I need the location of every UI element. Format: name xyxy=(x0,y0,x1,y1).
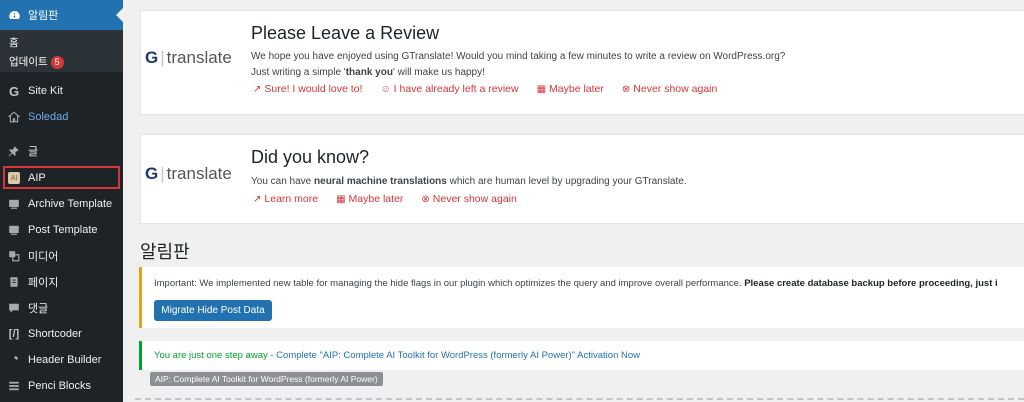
migration-warning-notice: Important: We implemented new table for … xyxy=(139,267,1024,328)
sidebar-item-label: AIP xyxy=(28,172,46,184)
comment-icon xyxy=(7,301,21,315)
page-icon xyxy=(7,275,21,289)
activation-text: You are just one step away - Complete "A… xyxy=(154,350,641,361)
sidebar-item-label: 댓글 xyxy=(28,303,49,315)
media-icon xyxy=(7,249,21,263)
shortcode-icon: [/] xyxy=(8,328,20,340)
template-icon xyxy=(7,197,21,211)
did-you-know-title: Did you know? xyxy=(251,147,370,167)
home-icon xyxy=(7,110,21,124)
tools-icon xyxy=(7,353,21,367)
external-link-icon: ↗ xyxy=(253,83,262,95)
plugin-name-tag: AIP: Complete AI Toolkit for WordPress (… xyxy=(150,372,383,386)
sidebar-item-media[interactable]: 미디어 xyxy=(0,247,123,265)
never-show-link[interactable]: ⊗ Never show again xyxy=(421,193,516,205)
submenu-updates-label: 업데이트 xyxy=(9,56,48,68)
submenu-updates[interactable]: 업데이트 5 xyxy=(9,54,64,69)
sidebar-item-label: Soledad xyxy=(28,111,69,123)
calendar-icon: ▦ xyxy=(536,83,547,95)
sidebar-item-site-kit[interactable]: G Site Kit xyxy=(0,82,123,100)
sidebar-item-label: Shortcoder xyxy=(28,328,82,340)
did-you-know-text: You can have neural machine translations… xyxy=(251,176,687,187)
sidebar-item-label: 알림판 xyxy=(28,10,59,22)
sidebar-item-label: Site Kit xyxy=(28,85,63,97)
external-link-icon: ↗ xyxy=(253,193,262,205)
calendar-icon: ▦ xyxy=(336,193,346,205)
aip-icon: AI xyxy=(7,171,21,185)
maybe-later-link[interactable]: ▦ Maybe later xyxy=(537,83,604,95)
sidebar-item-label: 미디어 xyxy=(28,251,59,263)
review-text: We hope you have enjoyed using GTranslat… xyxy=(251,51,786,78)
sidebar-item-penci-blocks[interactable]: Penci Blocks xyxy=(0,377,123,395)
sidebar-item-aip[interactable]: AI AIP xyxy=(0,169,123,187)
dashboard-widgets-divider xyxy=(135,398,1024,400)
sidebar-item-shortcoder[interactable]: [/] Shortcoder xyxy=(0,325,123,343)
gtranslate-logo: G | translate xyxy=(145,48,232,67)
sidebar-item-label: 글 xyxy=(28,146,39,158)
sure-review-link[interactable]: ↗ Sure! I would love to! xyxy=(253,83,362,95)
sidebar-item-header-builder[interactable]: Header Builder xyxy=(0,351,123,369)
active-arrow xyxy=(116,8,123,22)
admin-sidebar: 알림판 홈 업데이트 5 G Site Kit Soledad 글 AI AIP … xyxy=(0,0,123,402)
updates-count-badge: 5 xyxy=(50,55,64,69)
page-title: 알림판 xyxy=(140,242,190,262)
blocks-icon xyxy=(7,379,21,393)
sidebar-item-dashboard[interactable]: 알림판 xyxy=(0,0,123,30)
review-links: ↗ Sure! I would love to! ☺ I have already … xyxy=(253,83,735,95)
smile-icon: ☺ xyxy=(380,83,391,95)
pin-icon xyxy=(7,144,21,158)
review-notice: G | translate Please Leave a Review We hop… xyxy=(140,10,1024,115)
close-circle-icon: ⊗ xyxy=(421,193,430,205)
dashboard-submenu: 홈 업데이트 5 xyxy=(0,30,123,72)
sidebar-item-soledad[interactable]: Soledad xyxy=(0,108,123,126)
sidebar-item-post-template[interactable]: Post Template xyxy=(0,221,123,239)
sidebar-item-label: Header Builder xyxy=(28,354,102,366)
sidebar-item-label: 페이지 xyxy=(28,277,59,289)
sidebar-item-pages[interactable]: 페이지 xyxy=(0,273,123,291)
sidebar-item-archive-template[interactable]: Archive Template xyxy=(0,195,123,213)
migrate-hide-post-data-button[interactable]: Migrate Hide Post Data xyxy=(154,300,272,321)
template-icon xyxy=(7,223,21,237)
did-you-know-notice: G | translate Did you know? You can have n… xyxy=(140,134,1024,224)
sidebar-item-label: Penci Blocks xyxy=(28,380,91,392)
warning-text: Important: We implemented new table for … xyxy=(154,278,998,289)
close-circle-icon: ⊗ xyxy=(621,83,631,95)
gtranslate-logo: G | translate xyxy=(145,164,232,183)
never-show-link[interactable]: ⊗ Never show again xyxy=(622,83,717,95)
sidebar-item-posts[interactable]: 글 xyxy=(0,142,123,160)
activation-notice: You are just one step away - Complete "A… xyxy=(139,341,1024,370)
did-you-know-links: ↗ Learn more ▦ Maybe later ⊗ Never show aga… xyxy=(253,193,535,205)
dashboard-icon xyxy=(7,8,21,22)
already-reviewed-link[interactable]: ☺ I have already left a review xyxy=(380,83,518,95)
submenu-home[interactable]: 홈 xyxy=(9,35,19,50)
review-title: Please Leave a Review xyxy=(251,23,440,43)
sidebar-item-label: Post Template xyxy=(28,224,98,236)
sidebar-item-comments[interactable]: 댓글 xyxy=(0,299,123,317)
sidebar-item-label: Archive Template xyxy=(28,198,113,210)
learn-more-link[interactable]: ↗ Learn more xyxy=(253,193,318,205)
g-icon: G xyxy=(8,83,20,99)
maybe-later-link[interactable]: ▦ Maybe later xyxy=(336,193,403,205)
complete-activation-link[interactable]: Complete "AIP: Complete AI Toolkit for W… xyxy=(276,350,640,361)
